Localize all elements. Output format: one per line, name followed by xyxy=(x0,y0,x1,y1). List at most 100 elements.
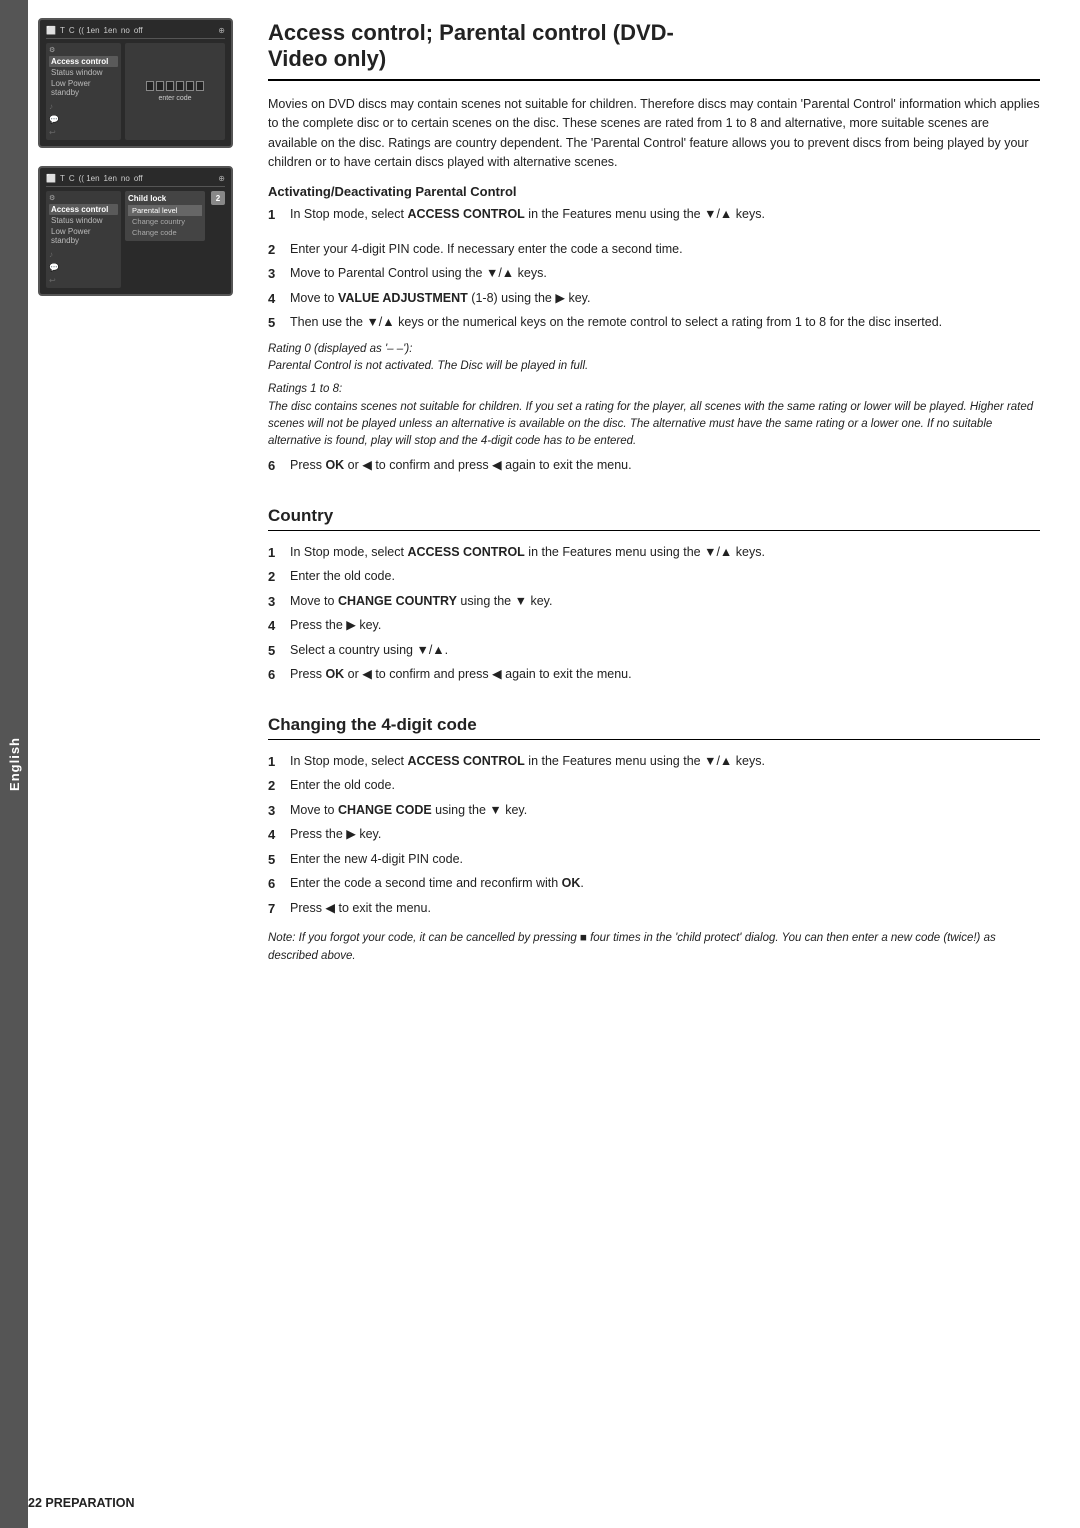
step-num-1-3: 3 xyxy=(268,264,282,284)
device-top-bar-2: ⬜ T C (( 1en 1en no off ⊕ xyxy=(46,174,225,187)
note-ratings-1-8: Ratings 1 to 8: The disc contains scenes… xyxy=(268,381,1040,450)
step-text-2-3: Move to CHANGE COUNTRY using the ▼ key. xyxy=(290,592,1040,612)
step-text-3-4: Press the ▶ key. xyxy=(290,825,1040,845)
section1-steps-2to5: 2 Enter your 4-digit PIN code. If necess… xyxy=(268,240,1040,333)
top-val-c: C xyxy=(69,26,75,35)
step-num-2-6: 6 xyxy=(268,665,282,685)
top-val-off: off xyxy=(134,26,143,35)
step-1-1: 1 In Stop mode, select ACCESS CONTROL in… xyxy=(268,205,1040,225)
step-num-3-2: 2 xyxy=(268,776,282,796)
section1-intro: Movies on DVD discs may contain scenes n… xyxy=(268,95,1040,173)
step-num-1-2: 2 xyxy=(268,240,282,260)
change-code-item: Change code xyxy=(128,227,202,238)
menu-item-status-1: Status window xyxy=(49,67,118,78)
top-val-1en2: 1en xyxy=(104,26,117,35)
dvd-icon: ⬜ xyxy=(46,26,56,35)
step-num-3-4: 4 xyxy=(268,825,282,845)
code-box-2 xyxy=(156,81,164,91)
top-val-t: T xyxy=(60,26,65,35)
step-3-5: 5 Enter the new 4-digit PIN code. xyxy=(268,850,1040,870)
step-2-3: 3 Move to CHANGE COUNTRY using the ▼ key… xyxy=(268,592,1040,612)
step-2-2: 2 Enter the old code. xyxy=(268,567,1040,587)
code-box-1 xyxy=(146,81,154,91)
step-num-3-1: 1 xyxy=(268,752,282,772)
step-3-1: 1 In Stop mode, select ACCESS CONTROL in… xyxy=(268,752,1040,772)
step-num-2-1: 1 xyxy=(268,543,282,563)
device-right-1: enter code xyxy=(125,43,225,140)
step-text-1-5: Then use the ▼/▲ keys or the numerical k… xyxy=(290,313,1040,333)
device-screen-2: ⬜ T C (( 1en 1en no off ⊕ ⚙ Access contr… xyxy=(38,166,233,296)
step-text-2-1: In Stop mode, select ACCESS CONTROL in t… xyxy=(290,543,1040,563)
page-footer-text: 22 PREPARATION xyxy=(28,1496,135,1510)
device-body-1: ⚙ Access control Status window Low Power… xyxy=(46,43,225,140)
menu-item-access-control-1: Access control xyxy=(49,56,118,67)
note1-heading: Rating 0 (displayed as '– –'): xyxy=(268,343,412,355)
step-1-3: 3 Move to Parental Control using the ▼/▲… xyxy=(268,264,1040,284)
step-num-3-6: 6 xyxy=(268,874,282,894)
step-text-3-3: Move to CHANGE CODE using the ▼ key. xyxy=(290,801,1040,821)
step-1-4: 4 Move to VALUE ADJUSTMENT (1-8) using t… xyxy=(268,289,1040,309)
activating-heading: Activating/Deactivating Parental Control xyxy=(268,184,1040,199)
code-box-5 xyxy=(186,81,194,91)
step-num-3-7: 7 xyxy=(268,899,282,919)
enter-code-label: enter code xyxy=(158,95,191,102)
step-num-2-3: 3 xyxy=(268,592,282,612)
step-num-3-3: 3 xyxy=(268,801,282,821)
step-text-3-5: Enter the new 4-digit PIN code. xyxy=(290,850,1040,870)
device-body-2: ⚙ Access control Status window Low Power… xyxy=(46,191,225,288)
left-panel: ⬜ T C (( 1en 1en no off ⊕ ⚙ Access contr… xyxy=(28,0,248,1528)
step-2-5: 5 Select a country using ▼/▲. xyxy=(268,641,1040,661)
step-2-1: 1 In Stop mode, select ACCESS CONTROL in… xyxy=(268,543,1040,563)
child-lock-menu: Child lock Parental level Change country… xyxy=(125,191,205,241)
section2-title: Country xyxy=(268,506,1040,531)
step-num-1-6: 6 xyxy=(268,456,282,476)
step-text-3-1: In Stop mode, select ACCESS CONTROL in t… xyxy=(290,752,1040,772)
right-content: Access control; Parental control (DVD-Vi… xyxy=(248,0,1080,1528)
section1-step6: 6 Press OK or ◀ to confirm and press ◀ a… xyxy=(268,456,1040,476)
side-tab-label: English xyxy=(7,737,22,791)
note-rating-0: Rating 0 (displayed as '– –'): Parental … xyxy=(268,341,1040,376)
step-num-1-5: 5 xyxy=(268,313,282,333)
top2-1en2: 1en xyxy=(104,174,117,183)
step-num-2-2: 2 xyxy=(268,567,282,587)
top2-no: no xyxy=(121,174,130,183)
step-1-6: 6 Press OK or ◀ to confirm and press ◀ a… xyxy=(268,456,1040,476)
step-text-2-4: Press the ▶ key. xyxy=(290,616,1040,636)
menu-item-power-2: Low Power standby xyxy=(49,226,118,246)
step-text-3-6: Enter the code a second time and reconfi… xyxy=(290,874,1040,894)
top2-t: T xyxy=(60,174,65,183)
device-right-2: Child lock Parental level Change country… xyxy=(125,191,225,288)
step-2-6: 6 Press OK or ◀ to confirm and press ◀ a… xyxy=(268,665,1040,685)
section3-note-text: Note: If you forgot your code, it can be… xyxy=(268,932,996,961)
step-num-2-4: 4 xyxy=(268,616,282,636)
rating-badge: 2 xyxy=(211,191,225,205)
change-country-item: Change country xyxy=(128,216,202,227)
page-footer: 22 PREPARATION xyxy=(28,1496,135,1510)
step-text-3-2: Enter the old code. xyxy=(290,776,1040,796)
step-text-3-7: Press ◀ to exit the menu. xyxy=(290,899,1040,919)
step-text-1-4: Move to VALUE ADJUSTMENT (1-8) using the… xyxy=(290,289,1040,309)
step-num-1-1: 1 xyxy=(268,205,282,225)
step-text-2-5: Select a country using ▼/▲. xyxy=(290,641,1040,661)
top2-c: C xyxy=(69,174,75,183)
menu-item-power-1: Low Power standby xyxy=(49,78,118,98)
device-menu-1: ⚙ Access control Status window Low Power… xyxy=(46,43,121,140)
step-text-1-2: Enter your 4-digit PIN code. If necessar… xyxy=(290,240,1040,260)
step-num-1-4: 4 xyxy=(268,289,282,309)
child-lock-title: Child lock xyxy=(128,194,202,203)
step-text-2-6: Press OK or ◀ to confirm and press ◀ aga… xyxy=(290,665,1040,685)
step-1-5: 5 Then use the ▼/▲ keys or the numerical… xyxy=(268,313,1040,333)
step-2-4: 4 Press the ▶ key. xyxy=(268,616,1040,636)
dvd-icon-2: ⬜ xyxy=(46,174,56,183)
search-icon-2: ⊕ xyxy=(218,174,225,183)
step-text-1-6: Press OK or ◀ to confirm and press ◀ aga… xyxy=(290,456,1040,476)
section2-steps: 1 In Stop mode, select ACCESS CONTROL in… xyxy=(268,543,1040,685)
step-3-2: 2 Enter the old code. xyxy=(268,776,1040,796)
device-top-bar-1: ⬜ T C (( 1en 1en no off ⊕ xyxy=(46,26,225,39)
top2-1en1: (( 1en xyxy=(79,174,100,183)
note1-text: Parental Control is not activated. The D… xyxy=(268,360,588,372)
note2-text: The disc contains scenes not suitable fo… xyxy=(268,401,1033,448)
section3-note: Note: If you forgot your code, it can be… xyxy=(268,930,1040,965)
step-text-1-1: In Stop mode, select ACCESS CONTROL in t… xyxy=(290,205,1040,225)
enter-code-boxes xyxy=(146,81,204,91)
